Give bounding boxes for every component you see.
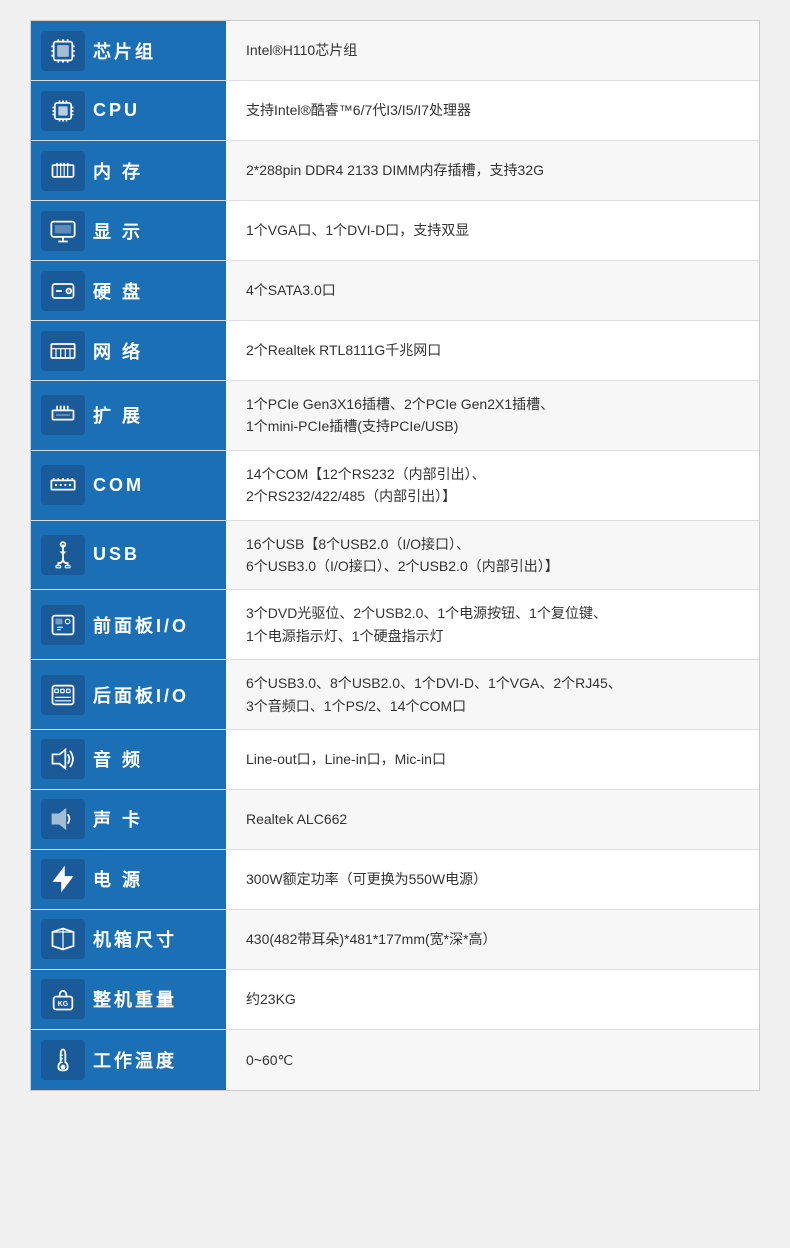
label-cell-sound-card: 声 卡 xyxy=(31,790,226,849)
spec-row-memory: 内 存 2*288pin DDR4 2133 DIMM内存插槽，支持32G xyxy=(31,141,759,201)
label-text-audio: 音 频 xyxy=(93,746,143,772)
spec-row-sound-card: 声 卡 Realtek ALC662 xyxy=(31,790,759,850)
label-cell-display: 显 示 xyxy=(31,201,226,260)
spec-row-case-size: 机箱尺寸 430(482带耳朵)*481*177mm(宽*深*高） xyxy=(31,910,759,970)
label-cell-cpu: CPU xyxy=(31,81,226,140)
label-cell-front-panel: 前面板I/O xyxy=(31,590,226,659)
weight-icon: KG xyxy=(41,979,85,1019)
spec-row-com: COM 14个COM【12个RS232（内部引出）、2个RS232/422/485… xyxy=(31,451,759,521)
spec-row-network: 网 络 2个Realtek RTL8111G千兆网口 xyxy=(31,321,759,381)
spec-row-cpu: CPU 支持Intel®酷睿™6/7代I3/I5/I7处理器 xyxy=(31,81,759,141)
label-text-usb: USB xyxy=(93,544,140,565)
sound-card-icon xyxy=(41,799,85,839)
cpu-icon xyxy=(41,91,85,131)
value-cell-rear-panel: 6个USB3.0、8个USB2.0、1个DVI-D、1个VGA、2个RJ45、3… xyxy=(226,660,759,729)
label-cell-chipset: 芯片组 xyxy=(31,21,226,80)
harddisk-icon xyxy=(41,271,85,311)
chipset-icon xyxy=(41,31,85,71)
value-cell-sound-card: Realtek ALC662 xyxy=(226,790,759,849)
label-text-expansion: 扩 展 xyxy=(93,402,143,428)
spec-row-display: 显 示 1个VGA口、1个DVI-D口，支持双显 xyxy=(31,201,759,261)
expansion-icon xyxy=(41,395,85,435)
spec-row-chipset: 芯片组 Intel®H110芯片组 xyxy=(31,21,759,81)
label-text-temp: 工作温度 xyxy=(93,1047,177,1073)
label-cell-usb: USB xyxy=(31,521,226,590)
value-cell-case-size: 430(482带耳朵)*481*177mm(宽*深*高） xyxy=(226,910,759,969)
value-cell-usb: 16个USB【8个USB2.0（I/O接口）、6个USB3.0（I/O接口）、2… xyxy=(226,521,759,590)
value-cell-chipset: Intel®H110芯片组 xyxy=(226,21,759,80)
label-text-power: 电 源 xyxy=(93,866,143,892)
value-cell-display: 1个VGA口、1个DVI-D口，支持双显 xyxy=(226,201,759,260)
label-cell-harddisk: 硬 盘 xyxy=(31,261,226,320)
label-cell-com: COM xyxy=(31,451,226,520)
network-icon xyxy=(41,331,85,371)
spec-row-harddisk: 硬 盘 4个SATA3.0口 xyxy=(31,261,759,321)
spec-table: 芯片组 Intel®H110芯片组 CPU 支持Intel®酷睿™6/7代I3/I5/… xyxy=(30,20,760,1091)
value-cell-weight: 约23KG xyxy=(226,970,759,1029)
label-text-com: COM xyxy=(93,475,144,496)
audio-icon xyxy=(41,739,85,779)
label-cell-weight: KG 整机重量 xyxy=(31,970,226,1029)
spec-row-expansion: 扩 展 1个PCIe Gen3X16插槽、2个PCIe Gen2X1插槽、1个mi… xyxy=(31,381,759,451)
label-cell-rear-panel: 后面板I/O xyxy=(31,660,226,729)
spec-row-front-panel: 前面板I/O 3个DVD光驱位、2个USB2.0、1个电源按钮、1个复位键、1个电… xyxy=(31,590,759,660)
case-size-icon xyxy=(41,919,85,959)
usb-icon xyxy=(41,535,85,575)
label-text-rear-panel: 后面板I/O xyxy=(93,682,189,708)
spec-row-audio: 音 频 Line-out口，Line-in口，Mic-in口 xyxy=(31,730,759,790)
value-cell-audio: Line-out口，Line-in口，Mic-in口 xyxy=(226,730,759,789)
memory-icon xyxy=(41,151,85,191)
value-cell-temp: 0~60℃ xyxy=(226,1030,759,1090)
value-cell-power: 300W额定功率（可更换为550W电源） xyxy=(226,850,759,909)
label-text-harddisk: 硬 盘 xyxy=(93,278,143,304)
com-icon xyxy=(41,465,85,505)
label-text-weight: 整机重量 xyxy=(93,986,177,1012)
label-cell-expansion: 扩 展 xyxy=(31,381,226,450)
value-cell-front-panel: 3个DVD光驱位、2个USB2.0、1个电源按钮、1个复位键、1个电源指示灯、1… xyxy=(226,590,759,659)
label-text-cpu: CPU xyxy=(93,100,140,121)
label-cell-temp: 工作温度 xyxy=(31,1030,226,1090)
rear-panel-icon xyxy=(41,675,85,715)
front-panel-icon xyxy=(41,605,85,645)
label-text-memory: 内 存 xyxy=(93,158,143,184)
spec-row-weight: KG 整机重量 约23KG xyxy=(31,970,759,1030)
label-text-sound-card: 声 卡 xyxy=(93,806,143,832)
value-cell-memory: 2*288pin DDR4 2133 DIMM内存插槽，支持32G xyxy=(226,141,759,200)
value-cell-network: 2个Realtek RTL8111G千兆网口 xyxy=(226,321,759,380)
label-cell-audio: 音 频 xyxy=(31,730,226,789)
label-cell-case-size: 机箱尺寸 xyxy=(31,910,226,969)
spec-row-usb: USB 16个USB【8个USB2.0（I/O接口）、6个USB3.0（I/O接口… xyxy=(31,521,759,591)
value-cell-cpu: 支持Intel®酷睿™6/7代I3/I5/I7处理器 xyxy=(226,81,759,140)
spec-row-temp: 工作温度 0~60℃ xyxy=(31,1030,759,1090)
label-text-front-panel: 前面板I/O xyxy=(93,612,189,638)
display-icon xyxy=(41,211,85,251)
label-text-network: 网 络 xyxy=(93,338,143,364)
value-cell-com: 14个COM【12个RS232（内部引出）、2个RS232/422/485（内部… xyxy=(226,451,759,520)
temp-icon xyxy=(41,1040,85,1080)
label-cell-power: 电 源 xyxy=(31,850,226,909)
label-text-chipset: 芯片组 xyxy=(93,38,156,64)
label-text-display: 显 示 xyxy=(93,218,143,244)
label-cell-network: 网 络 xyxy=(31,321,226,380)
power-icon xyxy=(41,859,85,899)
value-cell-expansion: 1个PCIe Gen3X16插槽、2个PCIe Gen2X1插槽、1个mini-… xyxy=(226,381,759,450)
value-cell-harddisk: 4个SATA3.0口 xyxy=(226,261,759,320)
label-cell-memory: 内 存 xyxy=(31,141,226,200)
spec-row-power: 电 源 300W额定功率（可更换为550W电源） xyxy=(31,850,759,910)
spec-row-rear-panel: 后面板I/O 6个USB3.0、8个USB2.0、1个DVI-D、1个VGA、2个… xyxy=(31,660,759,730)
svg-text:KG: KG xyxy=(58,1001,69,1008)
label-text-case-size: 机箱尺寸 xyxy=(93,926,177,952)
